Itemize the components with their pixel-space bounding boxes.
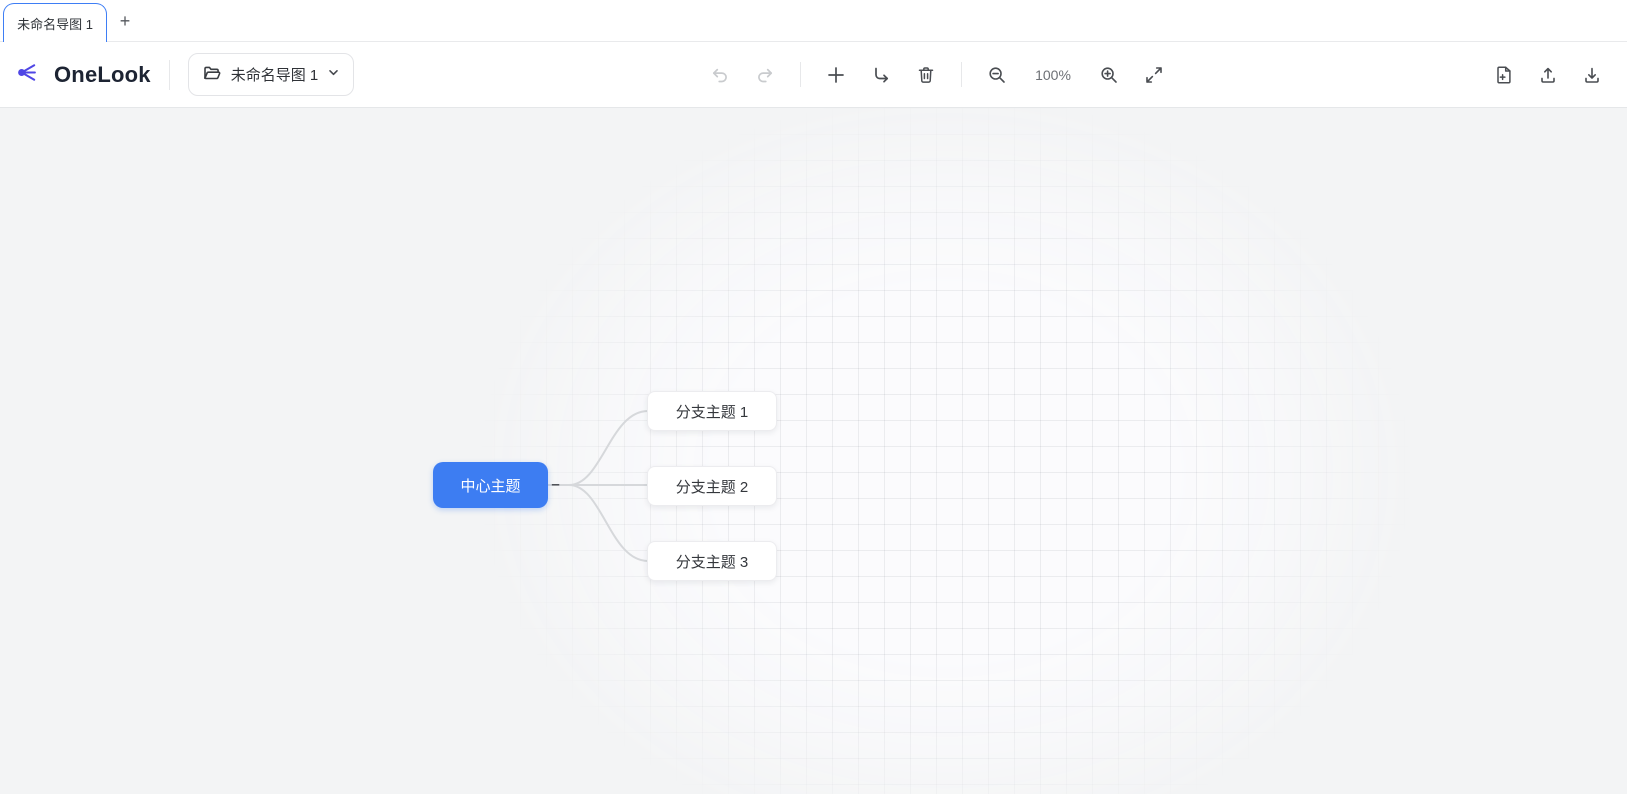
expand-fullscreen-icon[interactable] — [1144, 65, 1164, 85]
branch-node-label: 分支主题 2 — [675, 478, 749, 496]
branch-node-1[interactable]: 分支主题 1 — [647, 391, 777, 431]
tools-divider — [800, 62, 801, 87]
toolbar: OneLook 未命名导图 1 100% — [0, 42, 1627, 108]
zoom-out-icon[interactable] — [987, 65, 1007, 85]
branch-node-label: 分支主题 1 — [675, 403, 749, 421]
mindmap-canvas[interactable]: 中心主题 – 分支主题 1 分支主题 2 分支主题 3 — [0, 108, 1627, 794]
brand-name: OneLook — [54, 61, 151, 87]
zoom-in-icon[interactable] — [1099, 65, 1119, 85]
collapse-indicator[interactable]: – — [548, 476, 563, 493]
add-node-icon[interactable] — [826, 65, 846, 85]
new-tab-button[interactable]: + — [114, 10, 136, 32]
download-export-icon[interactable] — [1582, 65, 1602, 85]
mindmap-logo-icon — [16, 59, 43, 91]
root-node[interactable]: 中心主题 — [433, 462, 548, 508]
upload-import-icon[interactable] — [1538, 65, 1558, 85]
root-node-label: 中心主题 — [460, 477, 521, 495]
add-child-node-icon[interactable] — [871, 65, 891, 85]
chevron-down-icon — [327, 66, 340, 83]
branch-connectors — [547, 410, 649, 562]
file-menu-button[interactable]: 未命名导图 1 — [187, 53, 355, 96]
branch-node-2[interactable]: 分支主题 2 — [647, 466, 777, 506]
zoom-level: 100% — [1035, 66, 1071, 83]
new-document-icon[interactable] — [1494, 65, 1514, 85]
delete-node-icon[interactable] — [916, 65, 936, 85]
tab-active[interactable]: 未命名导图 1 — [3, 3, 107, 42]
branch-node-3[interactable]: 分支主题 3 — [647, 541, 777, 581]
file-actions — [1494, 42, 1602, 107]
redo-icon[interactable] — [755, 65, 775, 85]
tab-title: 未命名导图 1 — [17, 16, 93, 32]
folder-open-icon — [202, 63, 222, 87]
toolbar-divider — [168, 59, 170, 90]
file-menu-label: 未命名导图 1 — [230, 67, 319, 84]
tab-bar: 未命名导图 1 + — [0, 0, 1627, 42]
app-window: 未命名导图 1 + OneLook 未命名导图 1 100% 中心主题 – 分支… — [0, 0, 1627, 794]
undo-icon[interactable] — [710, 65, 730, 85]
branch-node-label: 分支主题 3 — [675, 553, 749, 571]
canvas-tools: 100% — [710, 42, 1164, 107]
brand: OneLook — [16, 59, 151, 91]
tools-divider — [961, 62, 962, 87]
